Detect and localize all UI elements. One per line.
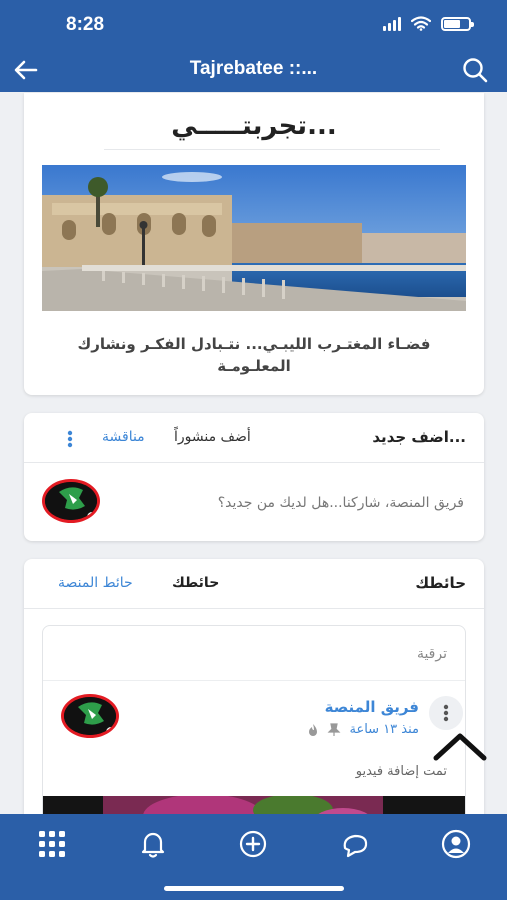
intro-divider xyxy=(104,149,440,150)
wall-tabs: حائطك حائطك حائط المنصة xyxy=(24,559,484,609)
app-bar: Tajrebatee ::... xyxy=(0,48,507,92)
post-divider xyxy=(43,680,465,681)
online-indicator xyxy=(106,727,116,735)
add-new-label: اضف جديد... xyxy=(372,428,466,446)
post-meta: منذ ١٣ ساعة xyxy=(307,722,419,737)
wall-title: حائطك xyxy=(415,574,466,592)
pin-icon xyxy=(328,722,341,736)
post-time[interactable]: منذ ١٣ ساعة xyxy=(349,722,419,737)
intro-description: فضـاء المغتـرب الليبـي... نتـبادل الفكـر… xyxy=(77,335,431,375)
wifi-icon xyxy=(411,16,431,31)
battery-icon xyxy=(441,16,474,31)
post-card: ترقية فريق المنصة منذ ١٣ ساعة تمت إضافة … xyxy=(42,625,466,835)
bell-icon[interactable] xyxy=(137,828,169,860)
banner-image xyxy=(42,165,466,311)
post-menu-icon[interactable] xyxy=(429,696,463,730)
grid-icon[interactable] xyxy=(36,828,68,860)
intro-card: تجربتـــــي... فضـاء المغتـرب الليبـي...… xyxy=(24,93,484,395)
add-post-button[interactable]: أضف منشوراً xyxy=(174,429,251,445)
plus-circle-icon[interactable] xyxy=(237,828,269,860)
chat-icon[interactable] xyxy=(339,828,371,860)
online-indicator xyxy=(87,512,97,520)
intro-heading: تجربتـــــي... xyxy=(171,111,337,141)
composer-actions: اضف جديد... أضف منشوراً مناقشة xyxy=(24,413,484,463)
post-avatar[interactable] xyxy=(61,694,119,738)
post-category: ترقية xyxy=(416,646,447,662)
post-author[interactable]: فريق المنصة xyxy=(325,698,419,716)
home-indicator xyxy=(164,886,344,891)
post-prompt-input[interactable]: فريق المنصة، شاركنا...هل لديك من جديد؟ xyxy=(218,495,464,511)
kebab-icon[interactable] xyxy=(64,429,76,449)
chevron-up-icon[interactable] xyxy=(430,728,490,768)
search-icon[interactable] xyxy=(461,56,489,84)
composer-card: اضف جديد... أضف منشوراً مناقشة فريق المن… xyxy=(24,413,484,541)
status-time: 8:28 xyxy=(66,14,105,35)
avatar[interactable] xyxy=(42,479,100,523)
signal-icon xyxy=(383,16,401,31)
wall-card: حائطك حائطك حائط المنصة ترقية فريق المنص… xyxy=(24,559,484,835)
status-icons xyxy=(383,16,474,31)
tab-my-wall[interactable]: حائطك xyxy=(172,575,219,591)
profile-icon[interactable] xyxy=(440,828,472,860)
discussion-button[interactable]: مناقشة xyxy=(102,429,145,445)
fire-icon xyxy=(309,723,318,736)
page-title: Tajrebatee ::... xyxy=(189,58,318,79)
tab-platform-wall[interactable]: حائط المنصة xyxy=(58,575,133,591)
status-bar: 8:28 xyxy=(0,0,507,48)
